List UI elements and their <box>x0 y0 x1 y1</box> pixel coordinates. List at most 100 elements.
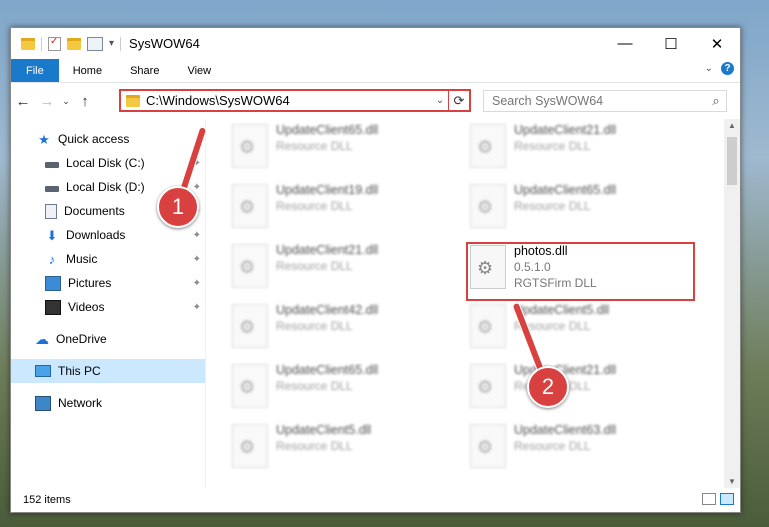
minimize-button[interactable]: — <box>602 28 648 59</box>
pin-icon: ✦ <box>192 277 201 289</box>
close-button[interactable]: ✕ <box>694 28 740 59</box>
sidebar-item-this-pc[interactable]: This PC <box>11 359 205 383</box>
customize-icon[interactable] <box>87 36 103 51</box>
sidebar-item-label: Documents <box>64 204 125 218</box>
forward-button[interactable]: → <box>35 93 59 110</box>
scroll-down-arrow-icon[interactable]: ▼ <box>724 477 740 486</box>
quick-access-toolbar: ▾ <box>11 36 122 51</box>
divider <box>120 36 122 51</box>
pin-icon: ✦ <box>192 301 201 313</box>
new-folder-icon[interactable] <box>67 37 81 50</box>
recent-locations-button[interactable]: ⌄ <box>59 96 73 107</box>
videos-icon <box>45 299 61 315</box>
maximize-button[interactable]: ☐ <box>648 28 694 59</box>
sidebar-item-local-disk-c[interactable]: Local Disk (C:) ✦ <box>11 151 205 175</box>
dll-file-icon: ⚙ <box>232 244 268 288</box>
file-item[interactable]: ⚙ UpdateClient65.dll Resource DLL <box>228 359 448 411</box>
tab-home[interactable]: Home <box>59 59 116 82</box>
sidebar-item-label: Local Disk (C:) <box>66 156 145 170</box>
scroll-up-arrow-icon[interactable]: ▲ <box>724 121 740 130</box>
file-name: UpdateClient19.dll <box>276 183 379 197</box>
file-item[interactable]: ⚙ UpdateClient21.dllResource DLL <box>228 239 448 291</box>
up-button[interactable]: ↑ <box>73 93 97 110</box>
search-box[interactable]: ⌕ <box>483 90 727 112</box>
file-item[interactable]: ⚙ UpdateClient63.dll Resource DLL <box>466 419 686 471</box>
dll-file-icon: ⚙ <box>232 184 268 228</box>
chevron-down-icon[interactable]: ▾ <box>109 38 114 49</box>
expand-ribbon-icon[interactable]: ⌄ <box>705 63 713 74</box>
address-bar[interactable]: C:\Windows\SysWOW64 ⌄ ⟳ <box>119 89 471 112</box>
sidebar-item-videos[interactable]: Videos ✦ <box>11 295 205 319</box>
file-highlight-box <box>466 242 695 301</box>
file-item[interactable]: ⚙ UpdateClient21.dll Resource DLL <box>466 119 686 171</box>
address-path[interactable]: C:\Windows\SysWOW64 <box>146 93 432 108</box>
sidebar-item-label: Local Disk (D:) <box>66 180 145 194</box>
dll-file-icon: ⚙ <box>470 424 506 468</box>
sidebar-item-pictures[interactable]: Pictures ✦ <box>11 271 205 295</box>
sidebar-item-label: Downloads <box>66 228 126 242</box>
sidebar-item-label: Quick access <box>58 132 130 146</box>
tab-share[interactable]: Share <box>116 59 173 82</box>
file-name: UpdateClient21.dll <box>514 123 617 137</box>
navigation-pane: ★ Quick access Local Disk (C:) ✦ Local D… <box>11 119 206 488</box>
search-input[interactable] <box>484 93 706 109</box>
tiles-view-button[interactable] <box>720 493 734 505</box>
sidebar-item-quick-access[interactable]: ★ Quick access <box>11 127 205 151</box>
dll-file-icon: ⚙ <box>232 304 268 348</box>
file-item[interactable]: ⚙ UpdateClient42.dll Resource DLL <box>228 299 448 351</box>
file-item[interactable]: ⚙ UpdateClient65.dll Resource DLL <box>228 119 448 171</box>
vertical-scrollbar[interactable]: ▲ ▼ <box>724 119 740 488</box>
title-bar: ▾ SysWOW64 — ☐ ✕ <box>11 28 740 59</box>
ribbon-right-controls: ⌄ ? <box>705 62 734 75</box>
sidebar-item-label: Network <box>58 396 103 410</box>
drive-icon <box>45 185 59 192</box>
dll-file-icon: ⚙ <box>232 364 268 408</box>
annotation-badge-2: 2 <box>527 366 569 408</box>
sidebar-item-onedrive[interactable]: ☁ OneDrive <box>11 327 205 351</box>
file-item[interactable]: ⚙ UpdateClient65.dll Resource DLL <box>466 179 686 231</box>
file-description: Resource DLL <box>276 199 353 213</box>
file-item[interactable]: ⚙ UpdateClient19.dll Resource DLL <box>228 179 448 231</box>
file-item[interactable]: ⚙ UpdateClient5.dll Resource DLL <box>466 299 686 351</box>
file-name: UpdateClient5.dll <box>276 423 372 437</box>
search-icon[interactable]: ⌕ <box>706 93 726 109</box>
tab-view[interactable]: View <box>173 59 225 82</box>
details-view-button[interactable] <box>702 493 716 505</box>
dll-file-icon: ⚙ <box>232 124 268 168</box>
folder-icon[interactable] <box>21 37 35 50</box>
divider <box>41 36 42 51</box>
file-list: ⚙ UpdateClient65.dll Resource DLL ⚙ Updat… <box>206 119 740 488</box>
file-name: UpdateClient65.dll <box>276 363 379 377</box>
file-name: UpdateClient63.dll <box>514 423 617 437</box>
file-description: Resource DLL <box>514 439 591 453</box>
dll-file-icon: ⚙ <box>470 184 506 228</box>
tab-file[interactable]: File <box>11 59 59 82</box>
file-name: UpdateClient65.dll <box>276 123 379 137</box>
back-button[interactable]: ← <box>11 93 35 110</box>
file-description: Resource DLL <box>514 139 591 153</box>
help-icon[interactable]: ? <box>721 62 734 75</box>
sidebar-item-music[interactable]: ♪ Music ✦ <box>11 247 205 271</box>
annotation-badge-1: 1 <box>157 186 199 228</box>
folder-icon <box>126 94 140 107</box>
properties-check-icon[interactable] <box>48 36 61 51</box>
sidebar-item-label: Music <box>66 252 98 266</box>
ribbon-tabs: File Home Share View ⌄ ? <box>11 59 740 83</box>
sidebar-item-label: Videos <box>68 300 105 314</box>
file-item[interactable]: ⚙ UpdateClient5.dll Resource DLL <box>228 419 448 471</box>
refresh-button[interactable]: ⟳ <box>448 91 469 110</box>
music-icon: ♪ <box>48 251 56 267</box>
star-icon: ★ <box>38 131 50 147</box>
file-item[interactable]: ⚙ UpdateClient21.dllResource DLL <box>466 359 686 411</box>
navigation-bar: ← → ⌄ ↑ C:\Windows\SysWOW64 ⌄ ⟳ ⌕ <box>11 83 740 119</box>
dll-file-icon: ⚙ <box>470 124 506 168</box>
chevron-down-icon[interactable]: ⌄ <box>432 95 448 106</box>
file-name: UpdateClient21.dll <box>276 243 379 257</box>
scrollbar-thumb[interactable] <box>727 137 737 185</box>
dll-file-icon: ⚙ <box>470 304 506 348</box>
dll-file-icon: ⚙ <box>232 424 268 468</box>
sidebar-item-network[interactable]: Network <box>11 391 205 415</box>
item-count: 152 items <box>23 494 71 506</box>
file-description: Resource DLL <box>514 199 591 213</box>
pictures-icon <box>45 275 61 291</box>
